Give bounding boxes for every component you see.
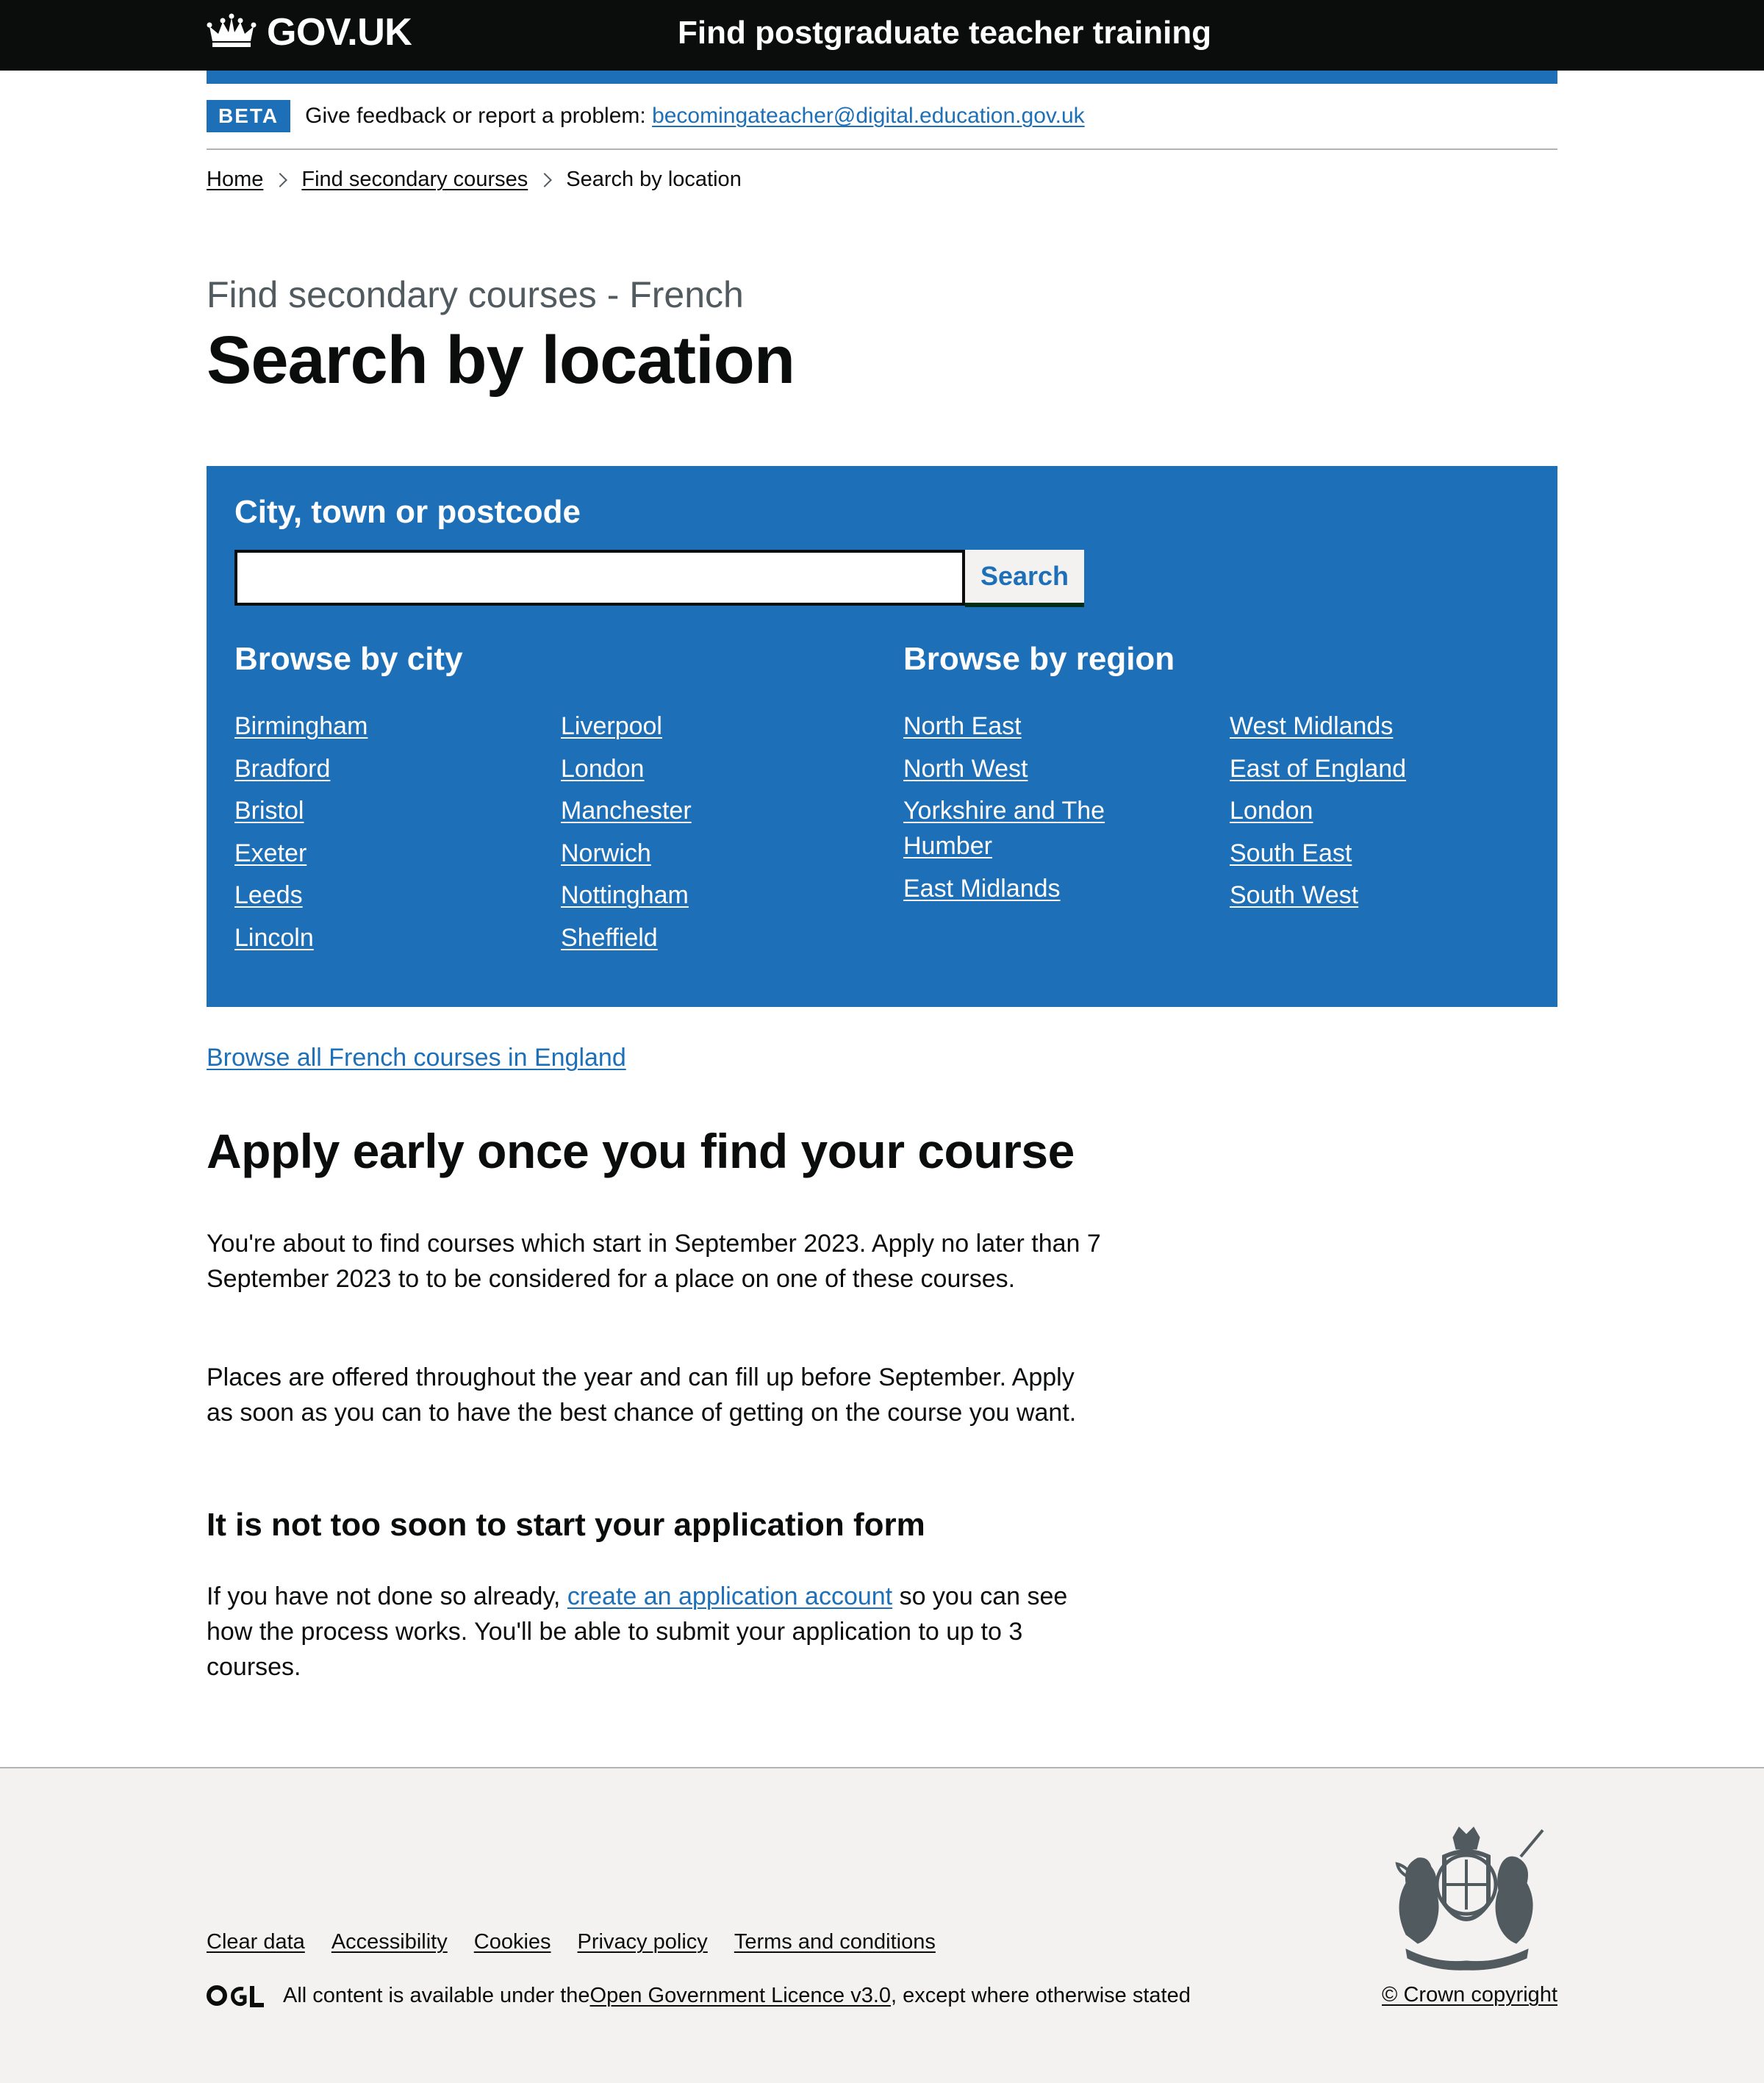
- city-link[interactable]: Nottingham: [561, 878, 692, 913]
- header-blue-bar: [207, 71, 1557, 84]
- p3-text-before: If you have not done so already,: [207, 1582, 567, 1610]
- region-link[interactable]: Yorkshire and The Humber: [903, 793, 1124, 864]
- breadcrumb: Home Find secondary courses Search by lo…: [207, 168, 1557, 192]
- location-search-panel: City, town or postcode Search Browse by …: [207, 466, 1557, 1007]
- apply-paragraph-2: Places are offered throughout the year a…: [207, 1363, 1077, 1427]
- logo-text: GOV.UK: [267, 11, 412, 54]
- crown-copyright-link[interactable]: © Crown copyright: [1382, 1983, 1557, 2007]
- city-link[interactable]: Leeds: [234, 878, 368, 913]
- site-header: GOV.UK Find postgraduate teacher trainin…: [0, 0, 1764, 71]
- create-account-link[interactable]: create an application account: [567, 1582, 892, 1610]
- region-link[interactable]: North East: [903, 709, 1124, 744]
- city-link[interactable]: Liverpool: [561, 709, 692, 744]
- city-list-2: Liverpool London Manchester Norwich Nott…: [561, 709, 692, 962]
- region-link[interactable]: South East: [1230, 836, 1406, 871]
- city-link[interactable]: Exeter: [234, 836, 368, 871]
- licence-text-before: All content is available under the: [283, 1983, 590, 2007]
- breadcrumb-secondary[interactable]: Find secondary courses: [301, 168, 528, 192]
- breadcrumb-home[interactable]: Home: [207, 168, 263, 192]
- licence-text-after: , except where otherwise stated: [891, 1983, 1191, 2007]
- location-input[interactable]: [234, 550, 965, 606]
- city-link[interactable]: Sheffield: [561, 920, 692, 956]
- footer-links: Clear data Accessibility Cookies Privacy…: [207, 1930, 962, 1954]
- region-link[interactable]: North West: [903, 751, 1124, 786]
- site-footer: Clear data Accessibility Cookies Privacy…: [0, 1767, 1764, 2083]
- search-button[interactable]: Search: [965, 550, 1084, 603]
- footer-link-clear-data[interactable]: Clear data: [207, 1930, 305, 1954]
- region-link[interactable]: West Midlands: [1230, 709, 1406, 744]
- footer-link-cookies[interactable]: Cookies: [474, 1930, 551, 1954]
- ogl-logo-icon: [207, 1983, 283, 2008]
- region-list-1: North East North West Yorkshire and The …: [903, 709, 1124, 913]
- city-link[interactable]: Bristol: [234, 793, 368, 828]
- browse-all-courses-link[interactable]: Browse all French courses in England: [207, 1044, 626, 1072]
- footer-link-privacy[interactable]: Privacy policy: [578, 1930, 708, 1954]
- browse-all-wrapper: Browse all French courses in England: [207, 1044, 1557, 1072]
- apply-heading: Apply early once you find your course: [207, 1124, 1075, 1178]
- region-link[interactable]: South West: [1230, 878, 1406, 913]
- region-link[interactable]: London: [1230, 793, 1406, 828]
- chevron-right-icon: [273, 172, 288, 187]
- licence-statement: All content is available under the Open …: [207, 1983, 1191, 2008]
- feedback-text: Give feedback or report a problem:: [305, 104, 653, 128]
- region-link[interactable]: East Midlands: [903, 871, 1124, 906]
- browse-city-heading: Browse by city: [234, 641, 463, 677]
- city-link[interactable]: London: [561, 751, 692, 786]
- breadcrumb-current: Search by location: [566, 168, 742, 191]
- page-caption: Find secondary courses - French: [207, 274, 744, 315]
- govuk-logo-link[interactable]: GOV.UK: [207, 10, 412, 54]
- city-link[interactable]: Bradford: [234, 751, 368, 786]
- crown-icon: [207, 13, 257, 47]
- city-list-1: Birmingham Bradford Bristol Exeter Leeds…: [234, 709, 368, 962]
- apply-paragraph-3: If you have not done so already, create …: [207, 1579, 1103, 1685]
- service-name-link[interactable]: Find postgraduate teacher training: [678, 15, 1211, 51]
- browse-region-heading: Browse by region: [903, 641, 1175, 677]
- city-link[interactable]: Norwich: [561, 836, 692, 871]
- chevron-right-icon: [537, 172, 553, 187]
- city-link[interactable]: Lincoln: [234, 920, 368, 956]
- footer-link-terms[interactable]: Terms and conditions: [734, 1930, 936, 1954]
- region-list-2: West Midlands East of England London Sou…: [1230, 709, 1406, 920]
- location-label: City, town or postcode: [234, 494, 581, 530]
- copyright-wrapper: © Crown copyright: [1382, 1983, 1557, 2007]
- application-subheading: It is not too soon to start your applica…: [207, 1507, 925, 1543]
- city-link[interactable]: Birmingham: [234, 709, 368, 744]
- ogl-link[interactable]: Open Government Licence v3.0: [590, 1984, 891, 2008]
- apply-paragraph-1: You're about to find courses which start…: [207, 1230, 1101, 1293]
- phase-banner-text: Give feedback or report a problem: becom…: [305, 104, 1085, 129]
- phase-banner: BETA Give feedback or report a problem: …: [207, 84, 1557, 150]
- city-link[interactable]: Manchester: [561, 793, 692, 828]
- royal-coat-of-arms-icon: [1395, 1826, 1544, 1971]
- beta-tag: BETA: [207, 100, 291, 132]
- region-link[interactable]: East of England: [1230, 751, 1406, 786]
- footer-link-accessibility[interactable]: Accessibility: [331, 1930, 448, 1954]
- page-title: Search by location: [207, 323, 795, 398]
- feedback-email-link[interactable]: becomingateacher@digital.education.gov.u…: [652, 104, 1085, 128]
